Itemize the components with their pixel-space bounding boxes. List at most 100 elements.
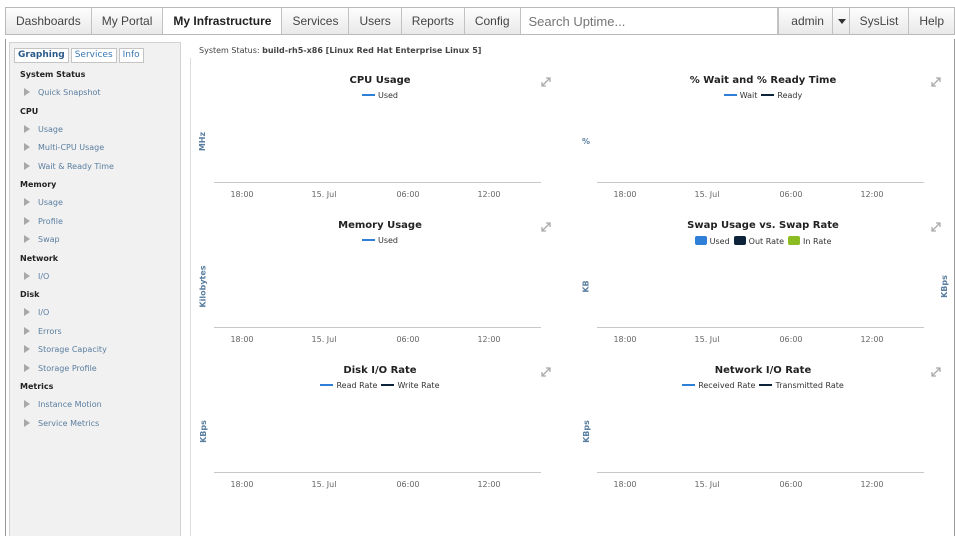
tab-dashboards[interactable]: Dashboards [6,8,92,34]
legend-label: In Rate [803,237,832,246]
tab-config[interactable]: Config [464,8,521,34]
chart-panel: % Wait and % Ready Time Wait Ready% 18:00 15… [574,58,952,203]
legend-item[interactable]: Ready [761,91,802,100]
expand-icon[interactable] [930,218,942,232]
tab-my-portal[interactable]: My Portal [91,8,164,34]
legend-swatch [761,94,775,96]
x-axis-line [214,472,541,473]
sidebar-item[interactable]: Service Metrics [10,415,180,434]
y-axis-label-text: % [581,136,590,146]
legend-item[interactable]: Read Rate [320,381,377,390]
system-status-value: build-rh5-x86 [Linux Red Hat Enterprise … [262,46,482,55]
sidebar-item[interactable]: Storage Capacity [10,341,180,360]
x-axis-line [597,472,924,473]
legend-item[interactable]: Out Rate [733,236,784,246]
legend-item[interactable]: Wait [723,91,758,100]
syslist-button[interactable]: SysList [849,8,910,34]
sidebar-item-label: Storage Capacity [38,345,107,354]
tab-reports[interactable]: Reports [401,8,465,34]
sidebar-item[interactable]: Instance Motion [10,396,180,415]
x-tick-label: 12:00 [860,190,884,199]
sidebar-item[interactable]: Quick Snapshot [10,84,180,103]
sidebar-item[interactable]: Swap [10,231,180,250]
triangle-right-icon [24,198,30,206]
legend-label: Wait [739,91,758,100]
triangle-right-icon [24,143,30,151]
x-tick-label: 06:00 [396,190,420,199]
legend-item[interactable]: Received Rate [682,381,755,390]
sidebar-item[interactable]: Usage [10,194,180,213]
sidebar-tab-graphing[interactable]: Graphing [14,48,69,63]
sidebar-section-heading: Metrics [20,382,54,391]
legend-item[interactable]: Used [694,236,730,246]
sidebar-item[interactable]: I/O [10,304,180,323]
sidebar: Graphing Services Info System Status Quic… [9,42,181,536]
sidebar-item-label: Multi-CPU Usage [38,143,105,152]
legend-swatch [723,94,737,96]
sidebar-item-label: Service Metrics [38,418,100,428]
chevron-down-icon[interactable] [832,8,850,34]
x-axis-line [597,182,924,183]
chart-title: CPU Usage [349,75,411,86]
expand-icon[interactable] [540,218,552,232]
search-input[interactable] [520,8,779,34]
y-axis-label: KBps [181,405,225,457]
sidebar-item[interactable]: Profile [10,213,180,232]
expand-icon[interactable] [540,363,552,377]
sidebar-item[interactable]: I/O [10,268,180,287]
expand-icon[interactable] [930,73,942,87]
triangle-right-icon [24,235,30,243]
tab-users[interactable]: Users [349,8,402,34]
triangle-right-icon [24,308,30,316]
chart-panel: Disk I/O Rate Read Rate Write Rate KBps 18:0… [191,348,569,493]
sidebar-item[interactable]: Wait & Ready Time [10,158,180,177]
legend-item[interactable]: In Rate [788,236,831,246]
sidebar-item-label: Usage [38,124,63,134]
sidebar-item[interactable]: Multi-CPU Usage [10,139,180,158]
x-tick-label: 15. Jul [694,335,720,344]
chart-title: Disk I/O Rate [343,365,417,376]
sidebar-item-label: Usage [38,198,63,207]
legend-swatch [320,384,334,386]
legend-item[interactable]: Transmitted Rate [759,381,844,390]
triangle-right-icon [24,345,30,353]
sidebar-section-heading: Memory [20,180,57,189]
y-axis-label-text: KBps [581,419,591,443]
x-tick-label: 18:00 [230,480,254,489]
sidebar-section-heading: Network [20,253,59,263]
y-axis-label: % [564,115,608,167]
legend-swatch [694,236,707,245]
y-axis-label: KBps [564,405,608,457]
legend-swatch [361,239,375,241]
chart-title: % Wait and % Ready Time [689,75,837,86]
sidebar-item[interactable]: Errors [10,323,180,342]
triangle-right-icon [24,418,30,427]
expand-icon[interactable] [930,363,942,377]
legend-item[interactable]: Used [361,236,398,245]
expand-icon[interactable] [540,73,552,87]
legend-item[interactable]: Write Rate [381,381,440,390]
chart-legend: Received Rate Transmitted Rate [574,381,952,390]
sidebar-item[interactable]: Usage [10,121,180,140]
sidebar-item-label: Profile [38,216,63,226]
triangle-right-icon [24,124,30,133]
help-button[interactable]: Help [909,8,954,34]
sidebar-item-label: Errors [38,326,62,336]
legend-swatch [361,94,375,96]
legend-label: Used [709,237,730,246]
legend-swatch [381,384,395,386]
sidebar-tab-services[interactable]: Services [70,48,117,63]
user-menu-button[interactable]: admin [779,8,833,34]
sidebar-tab-info[interactable]: Info [118,48,144,63]
x-tick-label: 12:00 [477,335,501,344]
sidebar-item-label: Quick Snapshot [38,88,101,97]
sidebar-item[interactable]: Storage Profile [10,360,180,379]
legend-item[interactable]: Used [361,91,398,100]
sidebar-tabs: Graphing Services Info [10,43,180,63]
tab-services[interactable]: Services [282,8,350,34]
chart-panel: Memory Usage Used Kilobytes 18:00 15. Jul 06:… [191,203,569,348]
y-axis-label-text: MHz [198,131,208,151]
legend-swatch [759,384,773,386]
tab-my-infrastructure[interactable]: My Infrastructure [163,8,283,34]
chart-title: Network I/O Rate [714,365,812,376]
